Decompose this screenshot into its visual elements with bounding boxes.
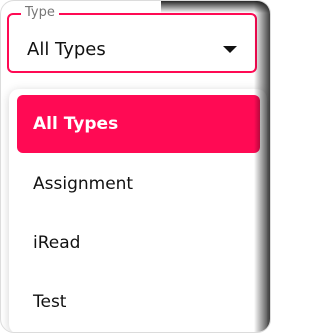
- menu-item-label: Test: [33, 292, 67, 312]
- type-label: Type: [21, 5, 59, 21]
- menu-item-label: All Types: [33, 114, 119, 134]
- menu-item-test[interactable]: Test: [17, 273, 260, 331]
- menu-item-assignment[interactable]: Assignment: [17, 155, 260, 213]
- type-select[interactable]: Type All Types: [7, 5, 257, 73]
- top-edge-shadow: [161, 1, 270, 13]
- type-dropdown-menu: All Types Assignment iRead Test: [9, 89, 267, 332]
- menu-item-iread[interactable]: iRead: [17, 214, 260, 272]
- menu-item-label: iRead: [33, 233, 81, 253]
- selected-type-value: All Types: [27, 39, 106, 60]
- dropdown-screenshot: Type All Types All Types Assignment iRea…: [0, 0, 271, 333]
- caret-down-icon: [223, 46, 237, 53]
- menu-item-all-types[interactable]: All Types: [17, 95, 260, 153]
- menu-item-label: Assignment: [33, 174, 134, 194]
